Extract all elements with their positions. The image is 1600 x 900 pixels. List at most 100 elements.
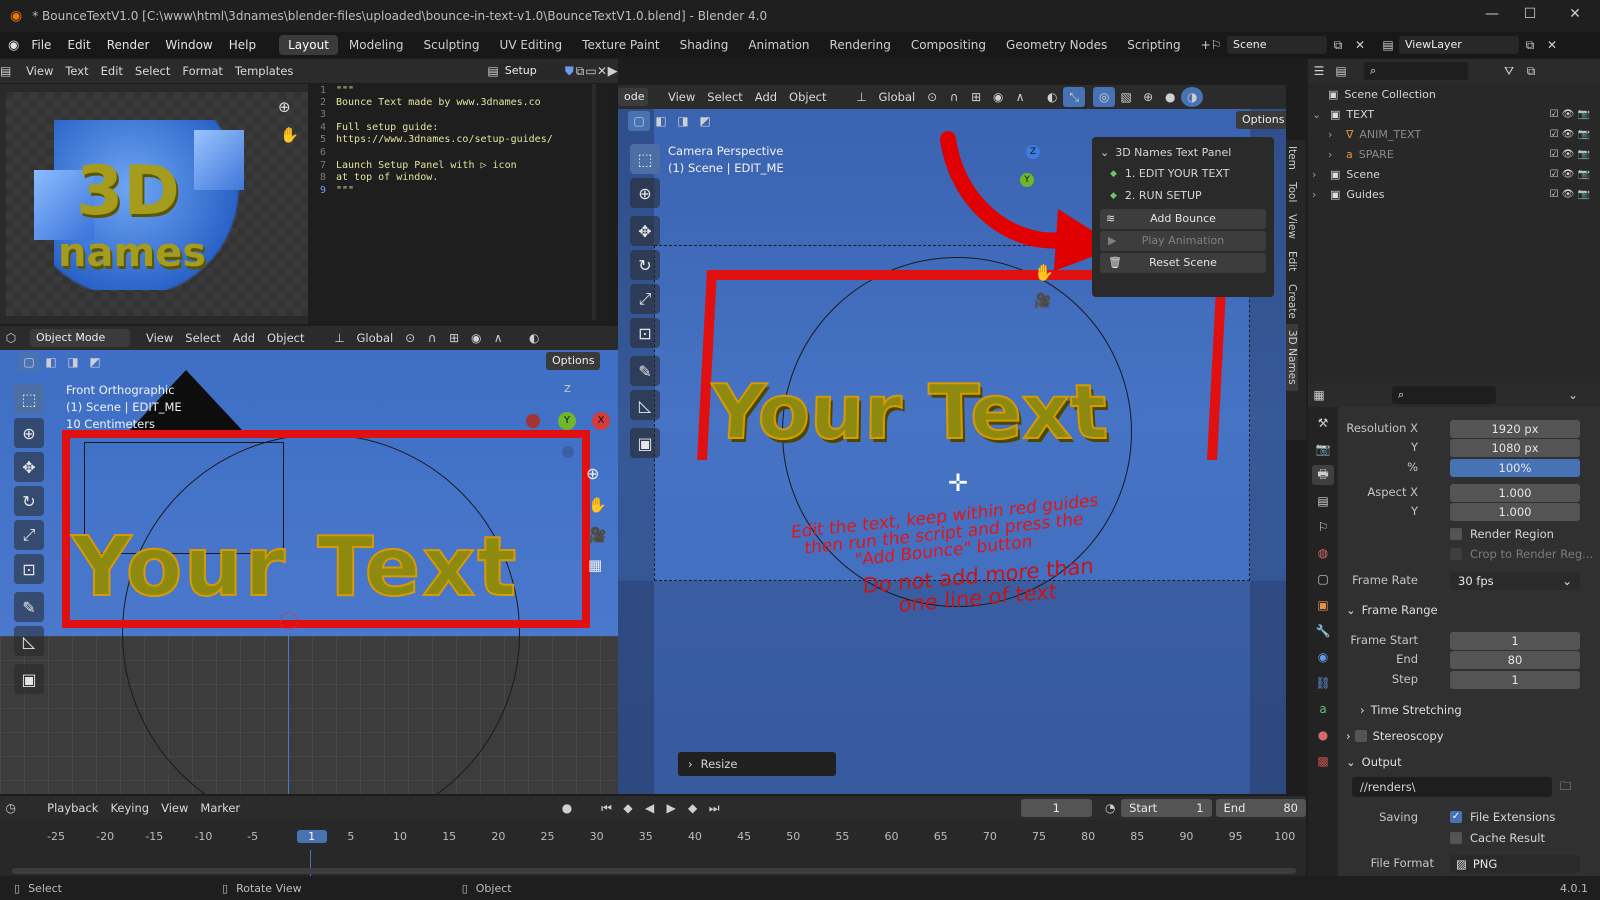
- new-scene-icon[interactable]: ⧉: [1327, 35, 1349, 55]
- front-gizmo-neg-z[interactable]: [562, 446, 574, 458]
- front-gizmo-x[interactable]: X: [592, 412, 610, 430]
- timeline-area[interactable]: -25 -20 -15 -10 -5 1 5 10 15 20 25 30 35 40 45 50 55 60 65…: [0, 820, 1306, 876]
- camera-visibility-icon[interactable]: ◐: [1041, 87, 1063, 107]
- camera-menu-view[interactable]: View: [662, 90, 701, 104]
- workspace-tab-shading[interactable]: Shading: [671, 35, 738, 55]
- workspace-tab-layout[interactable]: Layout: [279, 35, 338, 55]
- properties-type-icon[interactable]: ▦: [1308, 385, 1330, 405]
- outliner-item[interactable]: › a SPARE ☑ 👁 📷: [1308, 145, 1600, 165]
- shading-solid-icon[interactable]: ●: [1159, 87, 1181, 107]
- workspace-tab-sculpting[interactable]: Sculpting: [415, 35, 489, 55]
- workspace-tab-compositing[interactable]: Compositing: [902, 35, 995, 55]
- text-menu-format[interactable]: Format: [176, 64, 229, 78]
- play-forward-icon[interactable]: ▶: [660, 798, 682, 818]
- camera-select-subtract-icon[interactable]: ◨: [672, 111, 694, 131]
- proportional-edit-icon[interactable]: ◉: [465, 328, 487, 348]
- object-mode-dropdown[interactable]: Object Mode: [30, 329, 130, 347]
- frame-rate-dropdown[interactable]: 30 fps ⌄: [1450, 572, 1580, 590]
- new-collection-icon[interactable]: ⧉: [1520, 61, 1542, 81]
- front-gizmo-neg-x[interactable]: [526, 414, 540, 428]
- front-orientation-dropdown[interactable]: Global: [351, 331, 400, 345]
- front-zoom-icon[interactable]: ⊕: [586, 464, 599, 483]
- play-reverse-icon[interactable]: ◀: [639, 798, 661, 818]
- frame-start-field[interactable]: 1: [1450, 632, 1580, 650]
- collection-tab-icon[interactable]: ▢: [1312, 569, 1334, 589]
- timeline-menu-marker[interactable]: Marker: [194, 801, 246, 815]
- workspace-tab-rendering[interactable]: Rendering: [821, 35, 900, 55]
- editor-type-3d-icon[interactable]: ⬡: [0, 328, 22, 348]
- add-bounce-button[interactable]: ≋ Add Bounce: [1100, 209, 1266, 229]
- new-view-layer-icon[interactable]: ⧉: [1519, 35, 1541, 55]
- render-tab-icon[interactable]: 📷: [1312, 439, 1334, 459]
- front-camera-icon[interactable]: 🎥: [588, 526, 607, 544]
- camera-annotate-tool-icon[interactable]: ✎: [630, 356, 660, 386]
- browse-folder-icon[interactable]: 🗀: [1560, 779, 1572, 798]
- shading-wire-icon[interactable]: ⊕: [1137, 87, 1159, 107]
- zoom-icon[interactable]: ⊕: [278, 98, 291, 116]
- timeline-type-icon[interactable]: ◷: [0, 798, 22, 818]
- world-tab-icon[interactable]: ◍: [1312, 543, 1334, 563]
- transform-orientation-icon[interactable]: ⊥: [329, 328, 351, 348]
- view-layer-field[interactable]: ViewLayer: [1399, 36, 1519, 54]
- text-menu-text[interactable]: Text: [59, 64, 94, 78]
- outliner-type-icon[interactable]: ☰: [1308, 61, 1330, 81]
- file-extensions-checkbox[interactable]: ✓ File Extensions: [1450, 810, 1555, 824]
- measure-tool-icon[interactable]: ◺: [14, 626, 44, 656]
- timeline-menu-playback[interactable]: Playback: [41, 801, 104, 815]
- expand-chevron-icon[interactable]: ›: [1328, 145, 1342, 165]
- res-y-field[interactable]: 1080 px: [1450, 439, 1580, 457]
- material-tab-icon[interactable]: ●: [1312, 725, 1334, 745]
- workspace-tab-scripting[interactable]: Scripting: [1118, 35, 1189, 55]
- workspace-tab-animation[interactable]: Animation: [739, 35, 818, 55]
- front-ortho-grid-icon[interactable]: ▦: [588, 556, 602, 574]
- output-path-field[interactable]: //renders\: [1352, 777, 1552, 797]
- res-pct-field[interactable]: 100%: [1450, 459, 1580, 477]
- camera-select-tool-icon[interactable]: ⬚: [630, 144, 660, 174]
- text-menu-edit[interactable]: Edit: [95, 64, 129, 78]
- camera-transform-tool-icon[interactable]: ⊡: [630, 318, 660, 348]
- camera-menu-select[interactable]: Select: [701, 90, 748, 104]
- code-scrollbar[interactable]: [592, 84, 596, 320]
- jump-keyframe-forward-icon[interactable]: ◆: [682, 798, 704, 818]
- editor-type-icon[interactable]: ▤: [0, 61, 11, 81]
- fake-user-shield-icon[interactable]: ⛊: [564, 61, 575, 81]
- new-text-icon[interactable]: ⧉: [575, 61, 586, 81]
- outliner-item[interactable]: › ∇ ANIM_TEXT ☑ 👁 📷: [1308, 125, 1600, 145]
- visibility-toggles-icon[interactable]: ☑ 👁 📷: [1550, 105, 1590, 125]
- timeline-menu-keying[interactable]: Keying: [104, 801, 155, 815]
- camera-select-extend-icon[interactable]: ◧: [650, 111, 672, 131]
- camera-menu-object[interactable]: Object: [783, 90, 832, 104]
- frame-end-field[interactable]: 80: [1450, 651, 1580, 669]
- output-section[interactable]: ⌄ Output: [1346, 755, 1402, 769]
- front-menu-select[interactable]: Select: [179, 331, 226, 345]
- tool-tab-icon[interactable]: ⚒: [1312, 413, 1334, 433]
- annotate-tool-icon[interactable]: ✎: [14, 592, 44, 622]
- render-region-checkbox[interactable]: Render Region: [1450, 527, 1554, 541]
- front-orthographic-viewport[interactable]: Your Text Front Orthographic (1) Scene |…: [0, 350, 618, 794]
- add-cube-tool-icon[interactable]: ▣: [14, 664, 44, 694]
- outliner-search-field[interactable]: ⌕: [1364, 62, 1468, 80]
- scale-tool-icon[interactable]: ⤢: [14, 520, 44, 550]
- sidebar-tab-3d-names[interactable]: 3D Names: [1286, 324, 1298, 392]
- scene-name-field[interactable]: Scene: [1227, 36, 1327, 54]
- crop-checkbox[interactable]: Crop to Render Reg...: [1450, 547, 1593, 561]
- modifier-tab-icon[interactable]: 🔧: [1312, 621, 1334, 641]
- start-frame-field[interactable]: Start 1: [1121, 799, 1212, 817]
- camera-select-new-icon[interactable]: ▢: [628, 111, 650, 131]
- front-options-dropdown[interactable]: Options: [546, 352, 601, 370]
- camera-menu-add[interactable]: Add: [749, 90, 783, 104]
- gizmo-toggle-icon[interactable]: ⤡: [1063, 87, 1086, 107]
- camera-snap-grid-icon[interactable]: ⊞: [965, 87, 987, 107]
- select-new-icon[interactable]: ▢: [18, 352, 40, 372]
- rotate-tool-icon[interactable]: ↻: [14, 486, 44, 516]
- select-intersect-icon[interactable]: ◩: [84, 352, 106, 372]
- front-menu-view[interactable]: View: [140, 331, 179, 345]
- frame-step-field[interactable]: 1: [1450, 671, 1580, 689]
- blender-menu-icon[interactable]: ◉: [8, 38, 23, 53]
- camera-mode-dropdown[interactable]: ode: [618, 88, 648, 106]
- properties-search-field[interactable]: ⌕: [1392, 386, 1496, 404]
- camera-move-tool-icon[interactable]: ✥: [630, 216, 660, 246]
- text-menu-view[interactable]: View: [20, 64, 59, 78]
- visibility-toggles-icon[interactable]: ☑ 👁 📷: [1550, 145, 1590, 165]
- expand-chevron-icon[interactable]: ⌄: [1312, 105, 1326, 125]
